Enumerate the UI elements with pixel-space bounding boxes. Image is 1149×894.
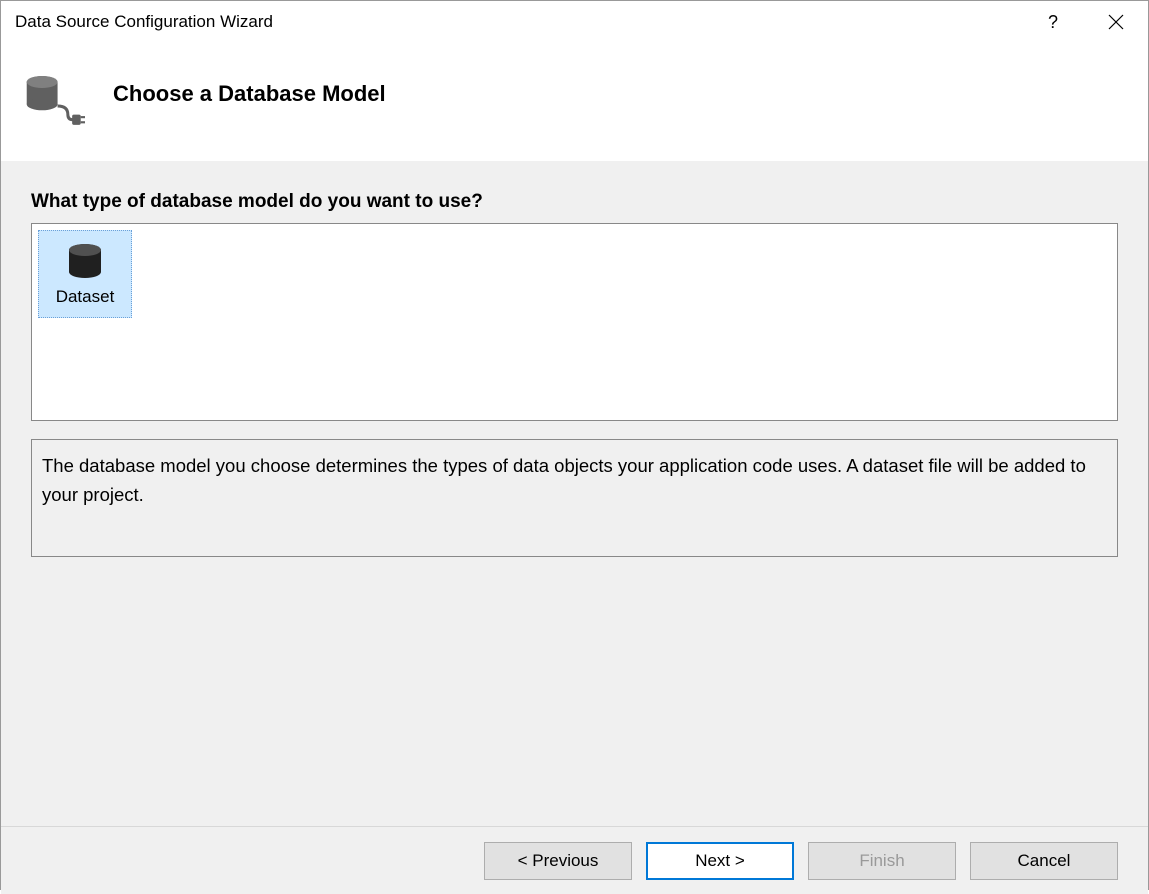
page-title: Choose a Database Model	[113, 81, 386, 107]
previous-button[interactable]: < Previous	[484, 842, 632, 880]
content-area: What type of database model do you want …	[1, 161, 1148, 826]
next-button[interactable]: Next >	[646, 842, 794, 880]
titlebar: Data Source Configuration Wizard ?	[1, 1, 1148, 43]
cancel-button[interactable]: Cancel	[970, 842, 1118, 880]
help-button[interactable]: ?	[1038, 8, 1068, 37]
model-selection-list[interactable]: Dataset	[31, 223, 1118, 421]
description-text: The database model you choose determines…	[31, 439, 1118, 557]
question-label: What type of database model do you want …	[31, 191, 1118, 213]
finish-button: Finish	[808, 842, 956, 880]
close-button[interactable]	[1098, 10, 1134, 34]
database-plug-icon	[25, 69, 85, 129]
close-icon	[1108, 14, 1124, 30]
window-title: Data Source Configuration Wizard	[15, 12, 1038, 32]
footer: < Previous Next > Finish Cancel	[1, 826, 1148, 894]
model-option-dataset[interactable]: Dataset	[38, 230, 132, 318]
model-option-label: Dataset	[56, 287, 115, 307]
database-icon	[65, 241, 105, 281]
header-section: Choose a Database Model	[1, 43, 1148, 161]
titlebar-controls: ?	[1038, 8, 1134, 37]
